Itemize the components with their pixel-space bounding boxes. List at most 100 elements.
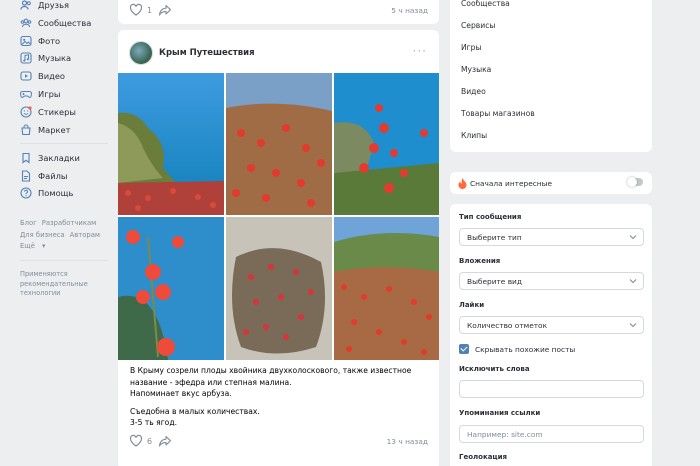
nav-item-communities[interactable]: Сообщества bbox=[20, 16, 91, 30]
post-photo[interactable] bbox=[334, 217, 439, 360]
photo-berries-sea bbox=[334, 73, 439, 215]
post-time: 13 ч назад bbox=[386, 437, 428, 446]
photo-red-berries-bush bbox=[226, 73, 332, 215]
post-text-line: Съедобна в малых количествах. bbox=[130, 406, 260, 416]
share-button[interactable] bbox=[158, 3, 176, 17]
nav-label: Игры bbox=[38, 89, 61, 99]
footer-link-developers[interactable]: Разработчикам bbox=[42, 219, 97, 227]
music-icon bbox=[20, 52, 32, 64]
like-button[interactable]: 1 bbox=[129, 3, 152, 17]
nav-item-music[interactable]: Музыка bbox=[20, 51, 71, 65]
footer-link-business[interactable]: Для бизнеса bbox=[20, 231, 65, 239]
share-button[interactable] bbox=[158, 434, 176, 448]
photo-hillside bbox=[334, 217, 439, 360]
photo-ground-plant bbox=[226, 217, 332, 360]
select-value: Выберите тип bbox=[467, 232, 522, 242]
footer-link-authors[interactable]: Авторам bbox=[70, 231, 100, 239]
more-options-icon[interactable]: ··· bbox=[413, 44, 427, 58]
menu-item-games[interactable]: Игры bbox=[461, 43, 482, 52]
filter-label: Исключить слова bbox=[459, 365, 530, 373]
hide-similar-checkbox[interactable]: Скрывать похожие посты bbox=[459, 344, 575, 354]
left-navigation: Друзья Сообщества Фото Музыка Видео Игры… bbox=[0, 0, 112, 466]
nav-item-video[interactable]: Видео bbox=[20, 69, 65, 83]
checkbox-checked[interactable] bbox=[459, 344, 469, 354]
exclude-words-input[interactable] bbox=[459, 380, 644, 398]
share-icon bbox=[158, 4, 172, 16]
photo-sea-cliff bbox=[118, 73, 224, 215]
files-icon bbox=[21, 170, 31, 182]
footer-link-more-label: Ещё bbox=[20, 242, 35, 250]
footer-link-blog[interactable]: Блог bbox=[20, 219, 37, 227]
menu-item-shop-goods[interactable]: Товары магазинов bbox=[461, 109, 535, 118]
nav-item-friends[interactable]: Друзья bbox=[20, 0, 69, 12]
nav-label: Друзья bbox=[38, 0, 69, 10]
input-placeholder: Например: site.com bbox=[467, 429, 543, 439]
post-photo[interactable] bbox=[118, 217, 224, 360]
post-photo[interactable] bbox=[226, 217, 332, 360]
nav-label: Закладки bbox=[38, 153, 80, 163]
filter-label: Геолокация bbox=[459, 453, 508, 461]
post-text-line: 3-5 ть ягод. bbox=[130, 418, 177, 427]
mentions-link-input[interactable]: Например: site.com bbox=[459, 425, 644, 443]
feed-sections-menu: Сообщества Сервисы Игры Музыка Видео Тов… bbox=[450, 0, 652, 152]
menu-item-services[interactable]: Сервисы bbox=[461, 21, 495, 30]
filter-label: Тип сообщения bbox=[459, 213, 522, 221]
help-icon bbox=[20, 187, 32, 199]
nav-item-files[interactable]: Файлы bbox=[20, 169, 67, 183]
nav-label: Маркет bbox=[38, 125, 71, 135]
heart-icon bbox=[129, 434, 143, 447]
menu-item-clips[interactable]: Клипы bbox=[461, 131, 487, 140]
previous-post-footer: 1 5 ч назад bbox=[118, 0, 439, 24]
nav-label: Стикеры bbox=[38, 107, 76, 117]
search-filters: Тип сообщения Выберите тип Вложения Выбе… bbox=[450, 204, 652, 466]
nav-label: Музыка bbox=[38, 53, 72, 63]
nav-item-market[interactable]: Маркет bbox=[20, 123, 70, 137]
post-author[interactable]: Крым Путешествия bbox=[159, 48, 255, 58]
bookmarks-icon bbox=[22, 152, 30, 164]
friends-icon bbox=[20, 0, 31, 10]
chevron-down-icon bbox=[629, 323, 637, 328]
chevron-down-icon bbox=[629, 235, 637, 240]
post-text-line: Напоминает вкус арбуза. bbox=[130, 389, 232, 398]
post-photo[interactable] bbox=[118, 73, 224, 215]
select-value: Количество отметок bbox=[467, 320, 548, 330]
share-icon bbox=[158, 435, 172, 447]
nav-label: Файлы bbox=[38, 171, 68, 181]
select-value: Выберите вид bbox=[467, 276, 522, 286]
like-count: 1 bbox=[147, 5, 153, 15]
message-type-select[interactable]: Выберите тип bbox=[459, 228, 644, 246]
nav-item-help[interactable]: Помощь bbox=[20, 186, 73, 200]
photo-berries-closeup bbox=[118, 217, 224, 360]
nav-item-bookmarks[interactable]: Закладки bbox=[20, 151, 80, 165]
stickers-icon bbox=[20, 106, 32, 118]
post-photo[interactable] bbox=[334, 73, 439, 215]
filter-label: Упоминания ссылки bbox=[459, 409, 541, 417]
nav-label: Сообщества bbox=[38, 18, 92, 28]
chevron-down-icon bbox=[629, 279, 637, 284]
sort-toggle-card[interactable]: Сначала интересные bbox=[450, 172, 652, 194]
menu-item-video[interactable]: Видео bbox=[461, 87, 486, 96]
sort-toggle-switch[interactable] bbox=[627, 177, 643, 187]
recommendation-note: Применяются рекомендательные технологии bbox=[20, 270, 88, 297]
fire-icon bbox=[458, 178, 467, 189]
communities-icon bbox=[20, 18, 32, 28]
menu-item-communities[interactable]: Сообщества bbox=[461, 0, 510, 8]
nav-divider bbox=[20, 143, 108, 144]
post-photo[interactable] bbox=[226, 73, 332, 215]
nav-label: Помощь bbox=[38, 188, 74, 198]
checkbox-label: Скрывать похожие посты bbox=[475, 344, 576, 354]
video-icon bbox=[20, 71, 32, 81]
menu-item-music[interactable]: Музыка bbox=[461, 65, 491, 74]
market-icon bbox=[21, 124, 31, 136]
attachments-select[interactable]: Выберите вид bbox=[459, 272, 644, 290]
post-card: Крым Путешествия ··· В Крыму созрели пло… bbox=[118, 30, 439, 466]
nav-item-photo[interactable]: Фото bbox=[20, 34, 60, 48]
nav-item-games[interactable]: Игры bbox=[20, 87, 60, 101]
games-icon bbox=[20, 90, 32, 98]
likes-select[interactable]: Количество отметок bbox=[459, 316, 644, 334]
community-avatar[interactable] bbox=[129, 41, 153, 65]
nav-item-stickers[interactable]: Стикеры bbox=[20, 105, 76, 119]
footer-link-more[interactable]: Ещё ▾ bbox=[20, 242, 45, 250]
like-button[interactable]: 6 bbox=[129, 434, 152, 448]
filter-label: Лайки bbox=[459, 301, 485, 309]
